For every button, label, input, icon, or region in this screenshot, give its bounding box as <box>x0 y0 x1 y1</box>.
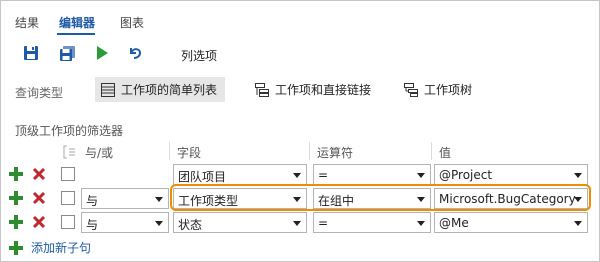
header-and-or: 与/或 <box>85 146 114 160</box>
field-dropdown[interactable]: 状态 <box>173 212 307 233</box>
tree-icon <box>404 82 418 97</box>
undo-icon[interactable] <box>127 45 145 63</box>
and-or-dropdown[interactable]: 与 <box>81 212 169 233</box>
plus-icon <box>9 240 23 255</box>
header-field: 字段 <box>177 146 202 160</box>
chevron-down-icon <box>293 173 301 178</box>
column-options-button[interactable]: 列选项 <box>181 47 217 64</box>
toolbar: 列选项 <box>1 41 600 69</box>
filter-section-title: 顶级工作项的筛选器 <box>15 124 124 138</box>
filter-row: 与 工作项类型 在组中 Microsoft.BugCategory <box>1 187 600 211</box>
value-text: @Me <box>439 216 469 230</box>
save-as-icon[interactable] <box>59 45 77 63</box>
query-type-direct-links-label: 工作项和直接链接 <box>275 83 372 97</box>
field-value: 团队项目 <box>178 170 227 184</box>
row-checkbox[interactable] <box>61 167 75 181</box>
query-type-label: 查询类型 <box>15 86 64 100</box>
tab-bar: 结果 编辑器 图表 <box>1 1 600 37</box>
field-dropdown[interactable]: 团队项目 <box>173 164 307 185</box>
query-type-tree[interactable]: 工作项树 <box>398 77 480 102</box>
value-dropdown[interactable]: @Project <box>434 164 588 185</box>
add-row-icon[interactable] <box>9 191 23 205</box>
header-separator <box>309 142 310 160</box>
value-text: Microsoft.BugCategory <box>439 192 576 206</box>
value-text: @Project <box>439 168 493 182</box>
operator-dropdown[interactable]: = <box>313 212 431 233</box>
header-separator <box>169 142 170 160</box>
header-separator <box>431 142 432 160</box>
add-new-clause-button[interactable]: 添加新子句 <box>9 239 91 256</box>
run-icon[interactable] <box>94 45 112 63</box>
operator-value: = <box>318 168 329 182</box>
chevron-down-icon <box>574 173 582 178</box>
row-checkbox[interactable] <box>61 191 75 205</box>
field-value: 状态 <box>178 218 203 232</box>
delete-row-icon[interactable] <box>32 215 46 229</box>
flat-list-icon <box>101 82 115 97</box>
field-value: 工作项类型 <box>178 194 239 208</box>
operator-value: 在组中 <box>318 194 355 208</box>
value-dropdown[interactable]: Microsoft.BugCategory <box>434 188 588 209</box>
group-clauses-icon[interactable] <box>63 145 77 159</box>
header-operator: 运算符 <box>317 146 354 160</box>
chevron-down-icon <box>293 197 301 202</box>
add-row-icon[interactable] <box>9 215 23 229</box>
chevron-down-icon <box>417 173 425 178</box>
chevron-down-icon <box>417 197 425 202</box>
and-or-dropdown[interactable]: 与 <box>81 188 169 209</box>
row-checkbox[interactable] <box>61 215 75 229</box>
value-dropdown[interactable]: @Me <box>434 212 588 233</box>
operator-dropdown[interactable]: 在组中 <box>313 188 431 209</box>
chevron-down-icon <box>155 221 163 226</box>
active-tab-indicator <box>57 33 95 35</box>
query-type-flat-list[interactable]: 工作项的简单列表 <box>95 77 226 102</box>
save-icon[interactable] <box>23 45 41 63</box>
query-type-direct-links[interactable]: 工作项和直接链接 <box>249 77 379 102</box>
delete-row-icon[interactable] <box>32 191 46 205</box>
and-or-value: 与 <box>86 218 99 232</box>
chevron-down-icon <box>574 197 582 202</box>
add-row-icon[interactable] <box>9 167 23 181</box>
chevron-down-icon <box>574 221 582 226</box>
delete-row-icon[interactable] <box>32 167 46 181</box>
operator-dropdown[interactable]: = <box>313 164 431 185</box>
query-type-tree-label: 工作项树 <box>424 83 473 97</box>
filter-row: 与 状态 = @Me <box>1 211 600 235</box>
add-new-clause-label: 添加新子句 <box>31 241 92 255</box>
chevron-down-icon <box>293 221 301 226</box>
query-editor-panel: 结果 编辑器 图表 列选项 查询类型 工作项的简单列表 工作项和直接链接 工作项… <box>0 0 600 262</box>
direct-links-icon <box>255 82 269 97</box>
chevron-down-icon <box>155 197 163 202</box>
and-or-value: 与 <box>86 194 99 208</box>
tab-editor[interactable]: 编辑器 <box>59 14 95 31</box>
field-dropdown[interactable]: 工作项类型 <box>173 188 307 209</box>
filter-row: 团队项目 = @Project <box>1 163 600 187</box>
query-type-flat-list-label: 工作项的简单列表 <box>121 83 218 97</box>
header-value: 值 <box>439 146 452 160</box>
chevron-down-icon <box>417 221 425 226</box>
tab-charts[interactable]: 图表 <box>120 14 144 31</box>
operator-value: = <box>318 216 329 230</box>
tab-results[interactable]: 结果 <box>15 14 39 31</box>
